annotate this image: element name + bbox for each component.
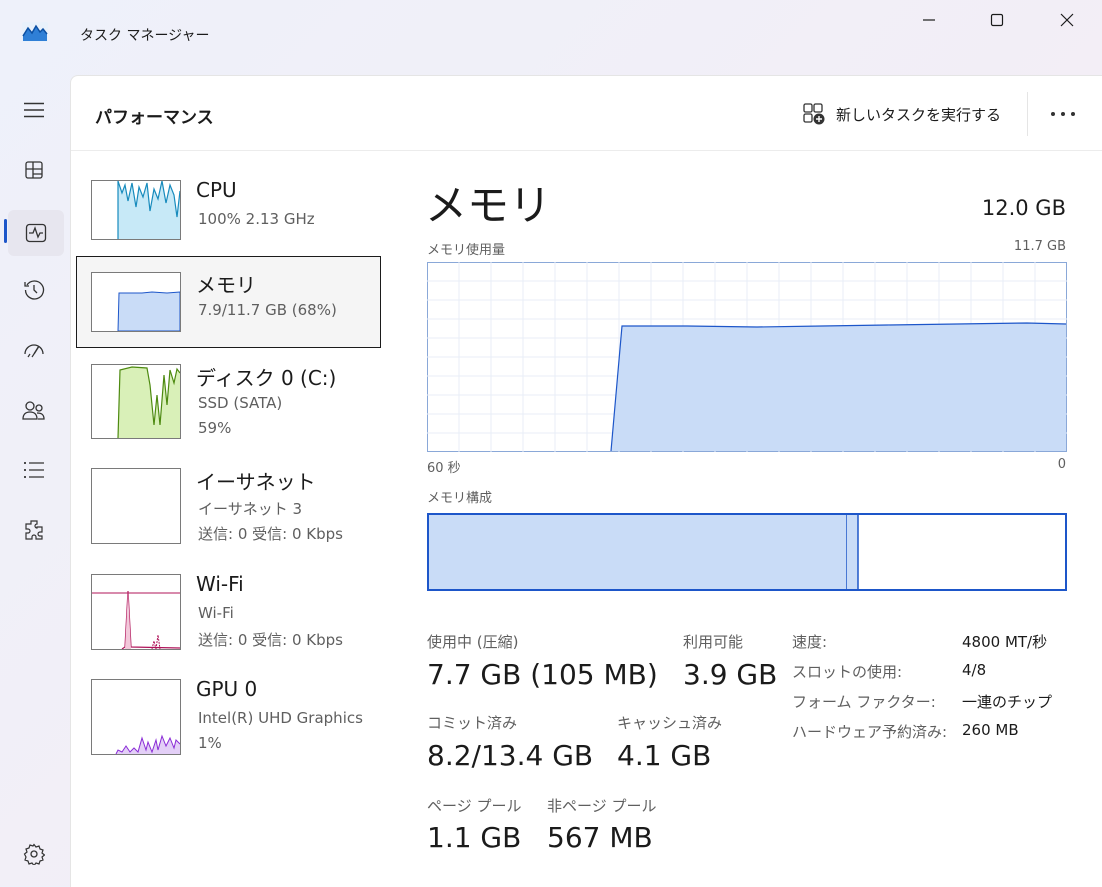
nav-processes[interactable] bbox=[14, 150, 54, 190]
new-task-icon bbox=[803, 103, 825, 125]
available-value: 3.9 GB bbox=[683, 658, 778, 691]
nav-performance[interactable] bbox=[8, 210, 64, 256]
page-title: パフォーマンス bbox=[95, 108, 214, 128]
resource-disk[interactable]: ディスク 0 (C:) SSD (SATA) 59% bbox=[76, 362, 381, 454]
wifi-thumbnail-graph bbox=[91, 574, 181, 650]
gpu-thumbnail-graph bbox=[91, 679, 181, 755]
paged-pool-value: 1.1 GB bbox=[427, 821, 522, 854]
title-bar: タスク マネージャー bbox=[0, 0, 1102, 70]
spec-speed-label: 速度: bbox=[792, 633, 828, 651]
nonpaged-pool-label: 非ページ プール bbox=[547, 797, 657, 815]
resource-gpu[interactable]: GPU 0 Intel(R) UHD Graphics 1% bbox=[76, 677, 381, 769]
active-nav-indicator bbox=[4, 219, 7, 243]
spec-form-factor-value: 一連のチップ bbox=[962, 693, 1053, 711]
app-history-icon bbox=[24, 280, 45, 300]
resource-name: CPU bbox=[196, 178, 237, 202]
nonpaged-pool-value: 567 MB bbox=[547, 821, 653, 854]
close-button[interactable] bbox=[1034, 0, 1100, 40]
resource-name: イーサネット bbox=[196, 470, 316, 494]
run-new-task-button[interactable]: 新しいタスクを実行する bbox=[802, 100, 1001, 128]
services-icon bbox=[25, 520, 43, 540]
resource-wifi[interactable]: Wi-Fi Wi-Fi 送信: 0 受信: 0 Kbps bbox=[76, 572, 381, 664]
header-separator bbox=[71, 150, 1102, 151]
resource-throughput: 送信: 0 受信: 0 Kbps bbox=[198, 631, 343, 649]
x-axis-left-label: 60 秒 bbox=[427, 461, 461, 476]
resource-detail: SSD (SATA) bbox=[198, 394, 283, 412]
header-divider bbox=[1027, 92, 1028, 136]
resource-memory[interactable]: メモリ 7.9/11.7 GB (68%) bbox=[76, 256, 381, 348]
nav-details[interactable] bbox=[14, 450, 54, 490]
memory-composition-bar bbox=[427, 513, 1067, 591]
committed-value: 8.2/13.4 GB bbox=[427, 739, 594, 772]
ethernet-thumbnail-graph bbox=[91, 468, 181, 544]
nav-app-history[interactable] bbox=[14, 270, 54, 310]
resource-usage: 59% bbox=[198, 419, 232, 437]
maximize-icon bbox=[990, 13, 1004, 27]
resource-name: メモリ bbox=[196, 273, 256, 297]
processes-icon bbox=[25, 161, 43, 179]
composition-label: メモリ構成 bbox=[427, 491, 493, 506]
hamburger-menu-button[interactable] bbox=[14, 90, 54, 130]
task-manager-app-icon bbox=[22, 22, 48, 42]
hamburger-menu-icon bbox=[24, 102, 44, 118]
in-use-value: 7.7 GB (105 MB) bbox=[427, 658, 658, 691]
settings-icon bbox=[23, 843, 45, 865]
nav-services[interactable] bbox=[14, 510, 54, 550]
window-title: タスク マネージャー bbox=[80, 28, 210, 44]
run-new-task-label: 新しいタスクを実行する bbox=[836, 105, 1002, 124]
startup-apps-icon bbox=[24, 344, 44, 358]
resource-name: GPU 0 bbox=[196, 677, 258, 701]
committed-label: コミット済み bbox=[427, 714, 518, 732]
spec-hardware-reserved-value: 260 MB bbox=[962, 721, 1019, 739]
spec-form-factor-label: フォーム ファクター: bbox=[792, 693, 936, 711]
resource-detail: Intel(R) UHD Graphics bbox=[198, 709, 363, 727]
usage-graph-max: 11.7 GB bbox=[1013, 239, 1066, 254]
details-icon bbox=[24, 462, 44, 478]
spec-speed-value: 4800 MT/秒 bbox=[962, 633, 1048, 651]
cpu-thumbnail-graph bbox=[91, 180, 181, 240]
maximize-button[interactable] bbox=[964, 0, 1030, 40]
resource-usage: 1% bbox=[198, 734, 222, 752]
nav-startup-apps[interactable] bbox=[14, 330, 54, 370]
resource-name: ディスク 0 (C:) bbox=[196, 366, 337, 390]
users-icon bbox=[22, 401, 45, 420]
resource-detail: Wi-Fi bbox=[198, 604, 234, 622]
minimize-icon bbox=[923, 19, 935, 21]
spec-slots-label: スロットの使用: bbox=[792, 663, 903, 681]
nav-settings[interactable] bbox=[14, 834, 54, 874]
available-label: 利用可能 bbox=[683, 633, 744, 651]
resource-detail: 7.9/11.7 GB (68%) bbox=[198, 301, 337, 319]
cached-label: キャッシュ済み bbox=[617, 714, 723, 732]
paged-pool-label: ページ プール bbox=[427, 797, 522, 815]
minimize-button[interactable] bbox=[896, 0, 962, 40]
performance-icon bbox=[25, 223, 47, 243]
memory-usage-graph bbox=[427, 262, 1067, 452]
more-icon bbox=[1051, 112, 1075, 116]
nav-users[interactable] bbox=[14, 390, 54, 430]
resource-ethernet[interactable]: イーサネット イーサネット 3 送信: 0 受信: 0 Kbps bbox=[76, 466, 381, 558]
spec-hardware-reserved-label: ハードウェア予約済み: bbox=[792, 723, 948, 741]
memory-total: 12.0 GB bbox=[981, 196, 1066, 220]
in-use-label: 使用中 (圧縮) bbox=[427, 633, 519, 651]
resource-detail: 100% 2.13 GHz bbox=[198, 210, 315, 228]
x-axis-right-label: 0 bbox=[1057, 457, 1066, 472]
disk-thumbnail-graph bbox=[91, 364, 181, 439]
resource-name: Wi-Fi bbox=[196, 572, 244, 596]
close-icon bbox=[1060, 13, 1074, 27]
usage-graph-label: メモリ使用量 bbox=[427, 243, 506, 258]
cached-value: 4.1 GB bbox=[617, 739, 712, 772]
resource-detail: イーサネット 3 bbox=[198, 500, 303, 518]
more-options-button[interactable] bbox=[1046, 100, 1080, 128]
spec-slots-value: 4/8 bbox=[962, 661, 987, 679]
memory-thumbnail-graph bbox=[91, 272, 181, 332]
detail-title: メモリ bbox=[425, 181, 552, 230]
resource-throughput: 送信: 0 受信: 0 Kbps bbox=[198, 525, 343, 543]
